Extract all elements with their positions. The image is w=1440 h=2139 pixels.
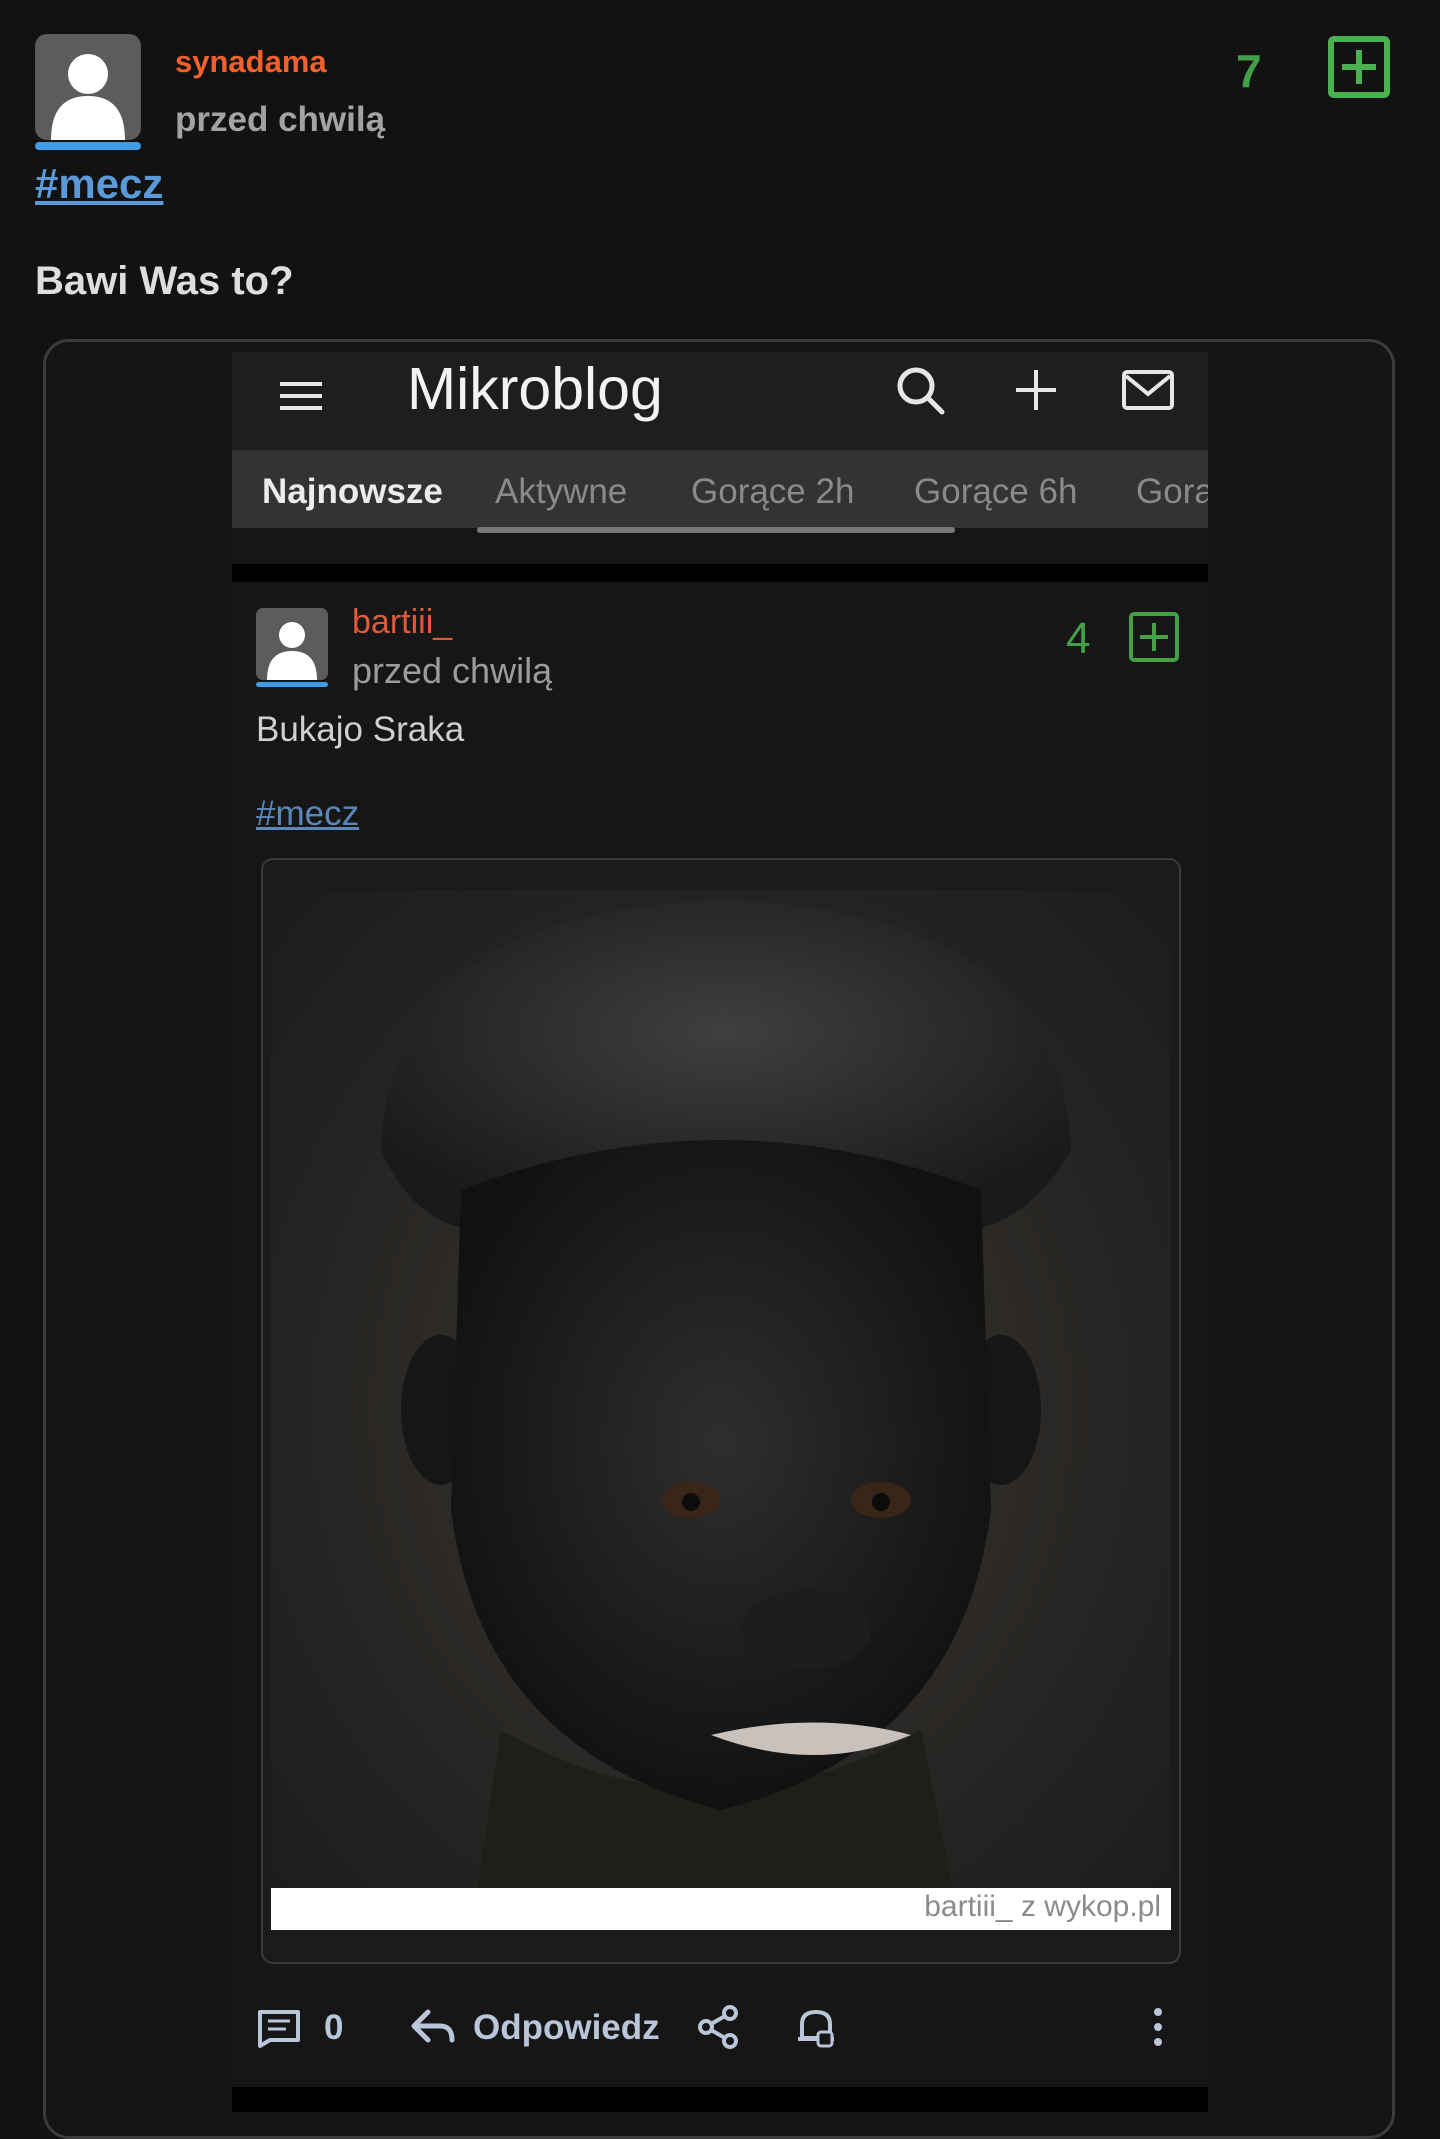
- comment-count: 0: [324, 2008, 344, 2047]
- embedded-separator: [232, 564, 1208, 582]
- more-vertical-icon: [1154, 2008, 1162, 2046]
- embedded-bottom-bar: [232, 2087, 1208, 2112]
- embedded-plus-icon: [1129, 612, 1179, 662]
- embedded-screenshot[interactable]: Mikroblog Najnowsze Aktywne Gorące 2h Go…: [232, 352, 1208, 2112]
- embedded-app-title: Mikroblog: [407, 356, 663, 422]
- vote-count: 7: [1236, 45, 1262, 97]
- embedded-timestamp: przed chwilą: [352, 650, 553, 691]
- plus-vote-icon: [1342, 50, 1376, 84]
- embedded-avatar-icon: [256, 608, 328, 680]
- reply-icon: [411, 2009, 455, 2043]
- post-username[interactable]: synadama: [175, 44, 327, 80]
- search-icon: [897, 367, 945, 415]
- post-body: Bawi Was to?: [35, 259, 294, 303]
- add-icon: [1016, 370, 1056, 410]
- embedded-watermark-bar: bartiii_ z wykop.pl: [271, 1888, 1171, 1930]
- embedded-username: bartiii_: [352, 603, 453, 641]
- tab-gorace-cut: Gorą: [1136, 472, 1208, 511]
- embedded-vote-count: 4: [1066, 614, 1091, 663]
- tab-indicator: [477, 527, 955, 533]
- menu-icon: [280, 382, 322, 410]
- user-avatar-icon[interactable]: [35, 34, 141, 140]
- bell-icon: [798, 2010, 834, 2048]
- reply-label: Odpowiedz: [473, 2008, 660, 2047]
- embedded-tag: #mecz: [256, 794, 360, 833]
- share-icon: [698, 2005, 738, 2049]
- tab-gorace-6h: Gorące 6h: [914, 472, 1078, 511]
- plus-vote-button[interactable]: [1328, 36, 1390, 98]
- avatar-underline: [35, 142, 141, 150]
- embedded-photo: [271, 890, 1171, 1930]
- post-tag-link[interactable]: #mecz: [35, 160, 163, 208]
- comment-icon: [258, 2010, 300, 2048]
- embedded-avatar-underline: [256, 682, 328, 687]
- tab-najnowsze: Najnowsze: [262, 472, 443, 511]
- post-timestamp[interactable]: przed chwilą: [175, 100, 385, 140]
- embedded-watermark: bartiii_ z wykop.pl: [924, 1890, 1161, 1923]
- embedded-body: Bukajo Sraka: [256, 710, 465, 749]
- mail-icon: [1122, 370, 1174, 410]
- tab-aktywne: Aktywne: [495, 472, 628, 511]
- tab-gorace-2h: Gorące 2h: [691, 472, 855, 511]
